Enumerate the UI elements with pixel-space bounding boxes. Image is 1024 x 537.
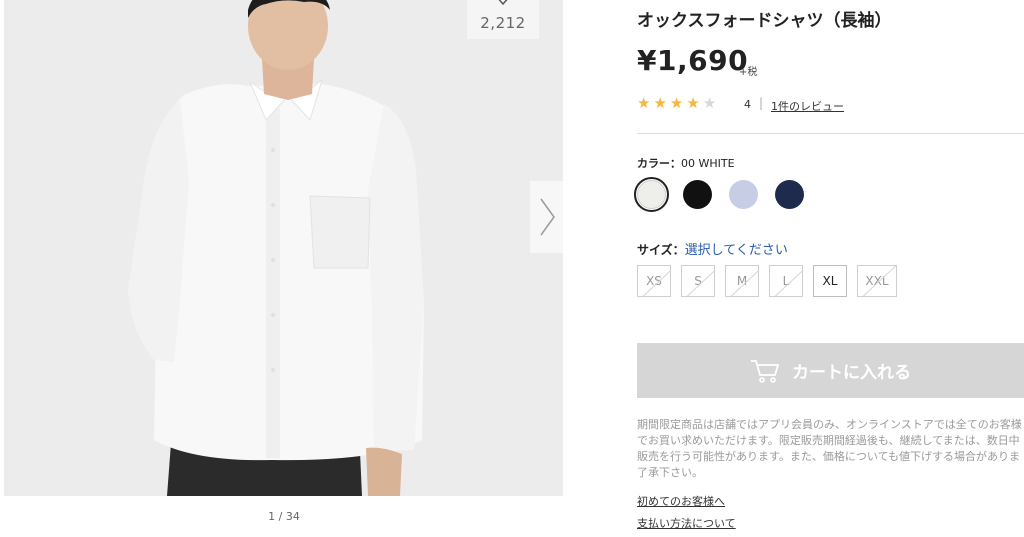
- size-option[interactable]: XL: [813, 265, 847, 297]
- first-time-customer-link[interactable]: 初めてのお客様へ: [637, 493, 725, 509]
- rating-stars: ★ ★ ★ ★ ★: [637, 96, 716, 111]
- size-label-text: サイズ：: [637, 243, 685, 257]
- star-empty-icon: ★: [702, 94, 717, 112]
- color-swatch[interactable]: [772, 177, 807, 212]
- tax-suffix: +税: [739, 67, 758, 78]
- size-option[interactable]: XXL: [857, 265, 897, 297]
- size-label: サイズ：選択してください: [637, 239, 788, 258]
- favorite-count: 2,212: [480, 14, 526, 32]
- product-image-gallery[interactable]: 2,212: [4, 0, 563, 496]
- star-filled-icon: ★: [669, 94, 684, 112]
- star-filled-icon: ★: [637, 94, 651, 112]
- size-option[interactable]: S: [681, 265, 715, 297]
- favorite-button[interactable]: 2,212: [467, 0, 539, 39]
- payment-methods-link[interactable]: 支払い方法について: [637, 515, 736, 531]
- color-label-text: カラー：: [637, 157, 681, 170]
- color-swatch-fill: [637, 180, 666, 209]
- size-option[interactable]: L: [769, 265, 803, 297]
- color-swatch[interactable]: [726, 177, 761, 212]
- color-swatch[interactable]: [680, 177, 715, 212]
- notice-line: 了承下さい。: [637, 466, 703, 479]
- notice-line: 期間限定商品は店舗ではアプリ会員のみ、オンラインストアでは全てのお客様: [637, 418, 1022, 431]
- star-filled-icon: ★: [653, 94, 667, 112]
- star-filled-icon: ★: [686, 94, 700, 112]
- color-swatch-fill: [729, 180, 758, 209]
- size-options: XS S M L XL XXL: [637, 265, 897, 297]
- divider: [637, 133, 1024, 134]
- image-counter: 1 / 34: [268, 510, 300, 523]
- size-option[interactable]: XS: [637, 265, 671, 297]
- color-swatch-fill: [775, 180, 804, 209]
- rating-value: 4: [744, 98, 751, 111]
- cart-icon: [751, 359, 780, 383]
- add-to-cart-button[interactable]: カートに入れる: [637, 343, 1024, 398]
- limited-notice: 期間限定商品は店舗ではアプリ会員のみ、オンラインストアでは全てのお客様 でお買い…: [637, 417, 1024, 481]
- color-swatches: [634, 177, 807, 212]
- rating-separator: |: [759, 96, 764, 110]
- product-photo: [4, 0, 563, 496]
- product-price: ¥1,690: [637, 44, 749, 77]
- color-swatch[interactable]: [634, 177, 669, 212]
- selected-color: 00 WHITE: [681, 157, 735, 170]
- size-option[interactable]: M: [725, 265, 759, 297]
- chevron-right-icon: [540, 198, 555, 236]
- notice-line: でお買い求めいただけます。限定販売期間経過後も、継続してまたは、数日中: [637, 434, 1020, 447]
- color-label: カラー：00 WHITE: [637, 155, 735, 171]
- notice-line: 販売を行う可能性があります。また、価格についても値下げする場合がありま: [637, 450, 1021, 463]
- next-image-button[interactable]: [530, 181, 563, 253]
- add-to-cart-label: カートに入れる: [792, 363, 911, 383]
- product-title: オックスフォードシャツ（長袖）: [637, 11, 892, 31]
- size-select-prompt[interactable]: 選択してください: [685, 243, 788, 258]
- heart-icon: [498, 0, 508, 6]
- review-link[interactable]: 1件のレビュー: [771, 98, 844, 114]
- color-swatch-fill: [683, 180, 712, 209]
